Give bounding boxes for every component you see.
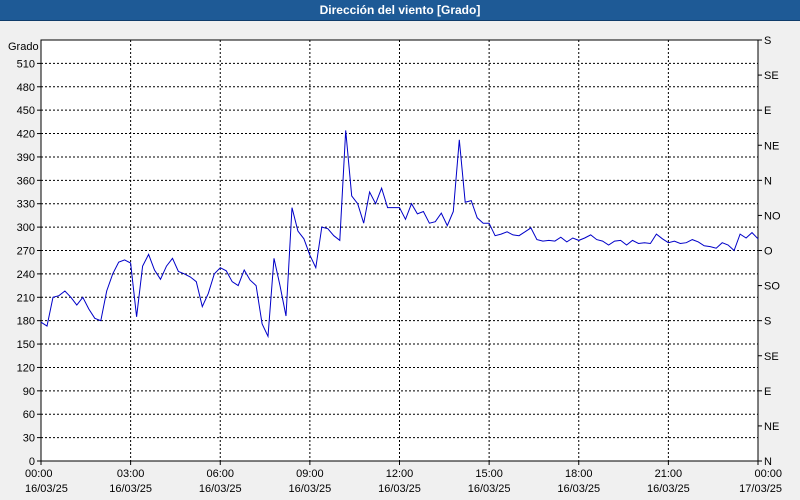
y-tick-label: 180 bbox=[17, 316, 35, 328]
y-tick-label: 480 bbox=[17, 82, 35, 94]
y-tick-label: 210 bbox=[17, 292, 35, 304]
y-axis-label: Grado bbox=[8, 41, 39, 53]
chart-title: Dirección del viento [Grado] bbox=[0, 0, 800, 21]
right-tick-label: NE bbox=[764, 421, 779, 433]
x-tick-time: 21:00 bbox=[655, 468, 683, 480]
x-tick-date: 16/03/25 bbox=[109, 483, 152, 495]
y-tick-label: 360 bbox=[17, 175, 35, 187]
x-tick-time: 03:00 bbox=[117, 468, 145, 480]
y-tick-label: 450 bbox=[17, 105, 35, 117]
right-tick-label: N bbox=[764, 175, 772, 187]
x-tick-time: 18:00 bbox=[565, 468, 593, 480]
x-tick-date: 16/03/25 bbox=[25, 483, 68, 495]
right-tick-label: E bbox=[764, 105, 771, 117]
x-tick-date: 16/03/25 bbox=[647, 483, 690, 495]
x-tick-time: 09:00 bbox=[296, 468, 324, 480]
y-tick-label: 120 bbox=[17, 362, 35, 374]
y-tick-label: 270 bbox=[17, 246, 35, 258]
y-tick-label: 30 bbox=[23, 433, 35, 445]
left-y-axis: 0 30 60 90 120 150 180 210 240 270 300 330 360 390 420… bbox=[17, 58, 41, 468]
x-tick-date: 17/03/25 bbox=[739, 483, 782, 495]
right-tick-label: E bbox=[764, 386, 771, 398]
right-tick-label: O bbox=[764, 246, 773, 258]
x-tick-time: 00:00 bbox=[25, 468, 53, 480]
x-tick-date: 16/03/25 bbox=[199, 483, 242, 495]
x-tick-date: 16/03/25 bbox=[557, 483, 600, 495]
right-tick-label: SO bbox=[764, 281, 780, 293]
x-tick-time: 12:00 bbox=[386, 468, 414, 480]
x-tick-time: 00:00 bbox=[754, 468, 782, 480]
x-tick-date: 16/03/25 bbox=[378, 483, 421, 495]
right-tick-label: NO bbox=[764, 210, 781, 222]
y-tick-label: 420 bbox=[17, 129, 35, 141]
y-tick-label: 510 bbox=[17, 58, 35, 70]
y-tick-label: 90 bbox=[23, 386, 35, 398]
x-axis: 00:00 16/03/25 03:00 16/03/25 06:00 16/03/25 0… bbox=[25, 461, 782, 495]
y-tick-label: 60 bbox=[23, 409, 35, 421]
right-y-axis: N NE E SE S SO O NO N NE E SE S bbox=[758, 35, 781, 468]
x-tick-date: 16/03/25 bbox=[468, 483, 511, 495]
y-tick-label: 330 bbox=[17, 199, 35, 211]
y-tick-label: 0 bbox=[29, 456, 35, 468]
right-tick-label: N bbox=[764, 456, 772, 468]
y-tick-label: 150 bbox=[17, 339, 35, 351]
x-tick-time: 06:00 bbox=[206, 468, 234, 480]
right-tick-label: S bbox=[764, 35, 771, 47]
right-tick-label: SE bbox=[764, 351, 779, 363]
y-tick-label: 300 bbox=[17, 222, 35, 234]
y-tick-label: 390 bbox=[17, 152, 35, 164]
right-tick-label: SE bbox=[764, 70, 779, 82]
x-tick-time: 15:00 bbox=[475, 468, 503, 480]
right-tick-label: NE bbox=[764, 140, 779, 152]
wind-direction-chart: 0 30 60 90 120 150 180 210 240 270 300 330 360 390 420… bbox=[8, 35, 782, 495]
y-tick-label: 240 bbox=[17, 269, 35, 281]
right-tick-label: S bbox=[764, 316, 771, 328]
x-tick-date: 16/03/25 bbox=[288, 483, 331, 495]
